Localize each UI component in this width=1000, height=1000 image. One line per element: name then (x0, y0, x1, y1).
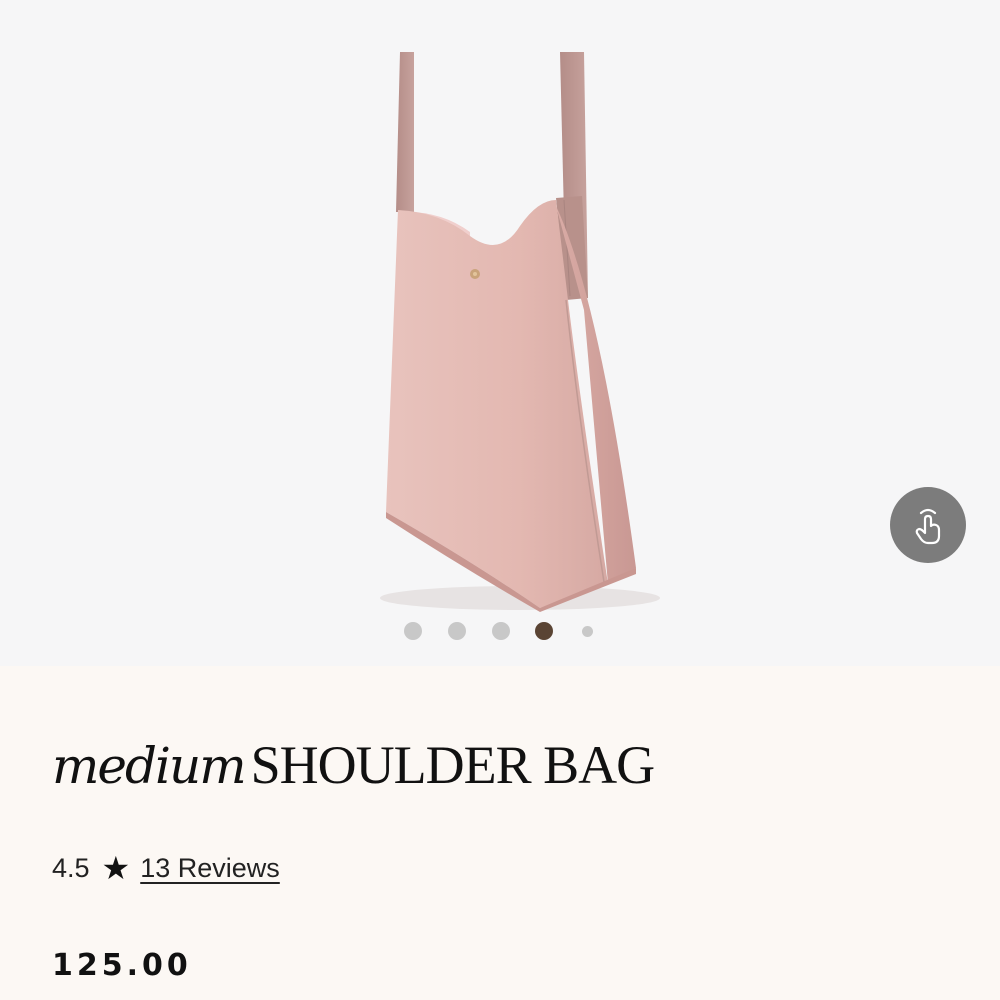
swipe-hand-icon (915, 508, 941, 545)
gallery-pagination (0, 622, 1000, 640)
swipe-hint-button[interactable] (890, 487, 966, 563)
product-page: medium SHOULDER BAG 4.5 ★ 13 Reviews 125.… (0, 0, 1000, 1000)
product-price: 125.00 (52, 948, 192, 983)
pagination-dot-2[interactable] (448, 622, 466, 640)
pagination-dot-4-active[interactable] (535, 622, 553, 640)
product-image (380, 52, 660, 612)
product-title-caps: SHOULDER BAG (250, 735, 656, 795)
product-title: medium SHOULDER BAG (52, 735, 656, 795)
product-rating: 4.5 ★ 13 Reviews (52, 852, 280, 884)
product-title-script: medium (52, 737, 247, 795)
reviews-link[interactable]: 13 Reviews (140, 853, 280, 884)
rating-value: 4.5 (52, 852, 90, 883)
product-info: medium SHOULDER BAG 4.5 ★ 13 Reviews 125.… (0, 666, 1000, 1000)
pagination-dot-5[interactable] (582, 626, 593, 637)
star-icon: ★ (101, 850, 131, 886)
pagination-dot-1[interactable] (404, 622, 422, 640)
pagination-dot-3[interactable] (492, 622, 510, 640)
product-image-gallery[interactable] (0, 0, 1000, 666)
